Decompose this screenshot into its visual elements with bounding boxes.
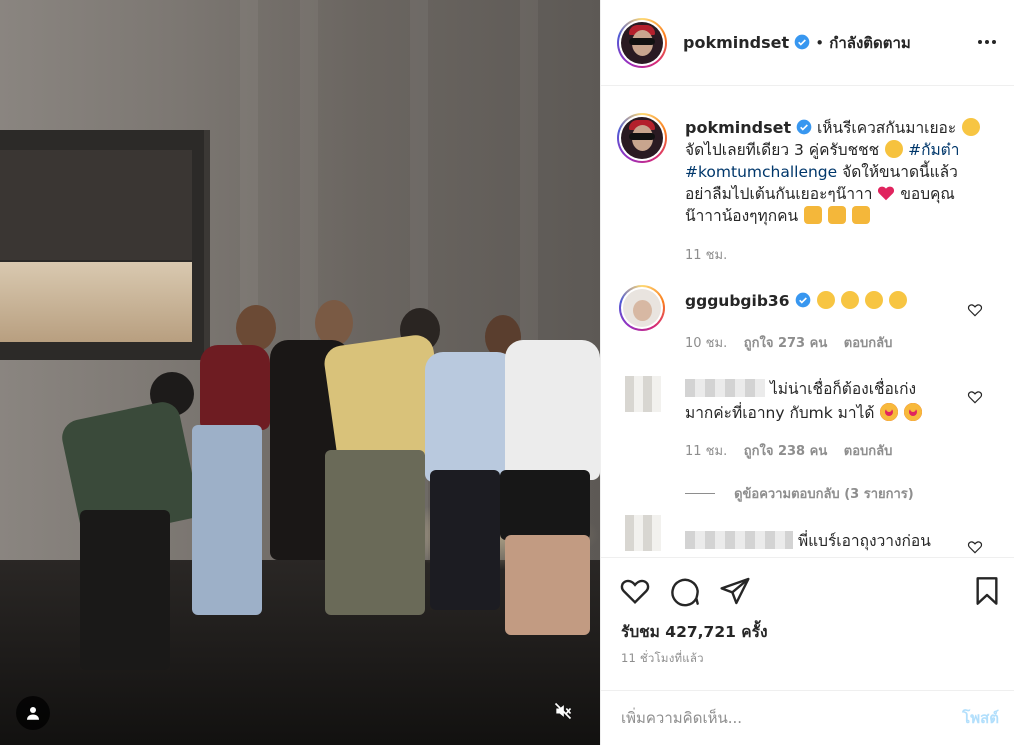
comment-like-icon[interactable] — [967, 389, 983, 405]
caption-username[interactable]: pokmindset — [685, 118, 791, 137]
caption-text-5: ขอบคุณ — [900, 185, 955, 203]
author-avatar[interactable] — [617, 18, 667, 68]
red-heart-emoji-icon — [878, 186, 895, 201]
post-timestamp[interactable]: 11 ชั่วโมงที่แล้ว — [621, 650, 704, 668]
verified-badge-icon — [796, 119, 812, 135]
caption-text-6: น๊าาาน้องๆทุกคน — [685, 207, 799, 225]
header-separator: • — [815, 34, 825, 52]
fearful-emoji-icon — [827, 206, 846, 224]
comment-like-icon[interactable] — [967, 302, 983, 318]
bookmark-icon[interactable] — [971, 575, 1003, 607]
share-icon[interactable] — [719, 575, 751, 607]
post-actions: รับชม 427,721 ครั้ง 11 ชั่วโมงที่แล้ว — [601, 557, 1014, 690]
scream-emoji-icon — [962, 118, 981, 136]
caption-author-avatar[interactable] — [617, 113, 667, 163]
post-header: pokmindset • กำลังติดตาม — [601, 0, 1014, 86]
comment-text: มากค่ะที่เอาny กับmk มาได้ — [685, 404, 875, 422]
laughing-emoji-icon — [816, 291, 835, 309]
fearful-emoji-icon — [851, 206, 870, 224]
comment-like-icon[interactable] — [967, 539, 983, 555]
hashtag-link[interactable]: #komtumchallenge — [685, 163, 837, 181]
reply-button[interactable]: ตอบกลับ — [844, 444, 893, 459]
post-details-panel: pokmindset • กำลังติดตาม pokmindset เห็น… — [600, 0, 1014, 745]
laughing-emoji-icon — [840, 291, 859, 309]
comment-text: พี่แบร์เอาถุงวางก่อน — [797, 532, 931, 550]
smirk-emoji-icon — [885, 140, 904, 158]
comments-list[interactable]: pokmindset เห็นรีเควสกันมาเยอะ จัดไปเลยท… — [601, 87, 1014, 557]
commenter-username-blurred[interactable] — [685, 531, 793, 549]
user-tag-icon[interactable] — [16, 696, 50, 730]
more-options-icon[interactable] — [975, 30, 999, 54]
comment-likes[interactable]: ถูกใจ 238 คน — [744, 444, 827, 459]
caption-text-2: จัดไปเลยทีเดียว 3 คู่ครับชชช — [685, 141, 880, 159]
heart-eyes-emoji-icon — [904, 403, 923, 421]
heart-eyes-emoji-icon — [880, 403, 899, 421]
caption-text-1: เห็นรีเควสกันมาเยอะ — [816, 119, 957, 137]
post-comment-button[interactable]: โพสต์ — [962, 706, 999, 730]
add-comment-bar: โพสต์ — [601, 690, 1014, 745]
view-count[interactable]: รับชม 427,721 ครั้ง — [621, 619, 768, 644]
comment-time[interactable]: 10 ชม. — [685, 336, 727, 351]
laughing-emoji-icon — [864, 291, 883, 309]
laughing-emoji-icon — [888, 291, 907, 309]
verified-badge-icon — [795, 292, 810, 308]
commenter-avatar[interactable] — [619, 285, 665, 331]
caption-text-4: อย่าลืมไปเต้นกันเยอะๆน๊าาา — [685, 185, 873, 203]
reply-button[interactable]: ตอบกลับ — [844, 336, 893, 351]
comment-text: ไม่น่าเชื่อก็ต้องเชื่อเก่ง — [769, 380, 917, 398]
fearful-emoji-icon — [804, 206, 823, 224]
comment-time[interactable]: 11 ชม. — [685, 444, 727, 459]
post-video[interactable] — [0, 0, 600, 745]
commenter-avatar-blurred[interactable] — [625, 376, 661, 412]
caption-text-3: จัดให้ขนาดนี้แล้ว — [842, 163, 958, 181]
verified-badge-icon — [794, 34, 810, 50]
heart-icon[interactable] — [619, 575, 651, 607]
caption-time[interactable]: 11 ชม. — [685, 244, 727, 265]
commenter-username[interactable]: gggubgib36 — [685, 292, 790, 310]
view-replies-button[interactable]: ดูข้อความตอบกลับ (3 รายการ) — [685, 483, 914, 504]
commenter-username-blurred[interactable] — [685, 379, 765, 397]
author-username[interactable]: pokmindset — [683, 33, 789, 52]
comment-input[interactable] — [621, 705, 921, 731]
comment-icon[interactable] — [669, 575, 701, 607]
commenter-avatar-blurred[interactable] — [625, 515, 661, 551]
hashtag-link[interactable]: #กัมต๋า — [908, 141, 959, 159]
view-replies-label: ดูข้อความตอบกลับ (3 รายการ) — [734, 487, 914, 502]
mute-icon[interactable] — [546, 694, 580, 728]
post-caption: pokmindset เห็นรีเควสกันมาเยอะ จัดไปเลยท… — [685, 117, 995, 227]
comment-likes[interactable]: ถูกใจ 273 คน — [744, 336, 827, 351]
following-button[interactable]: กำลังติดตาม — [829, 34, 911, 52]
